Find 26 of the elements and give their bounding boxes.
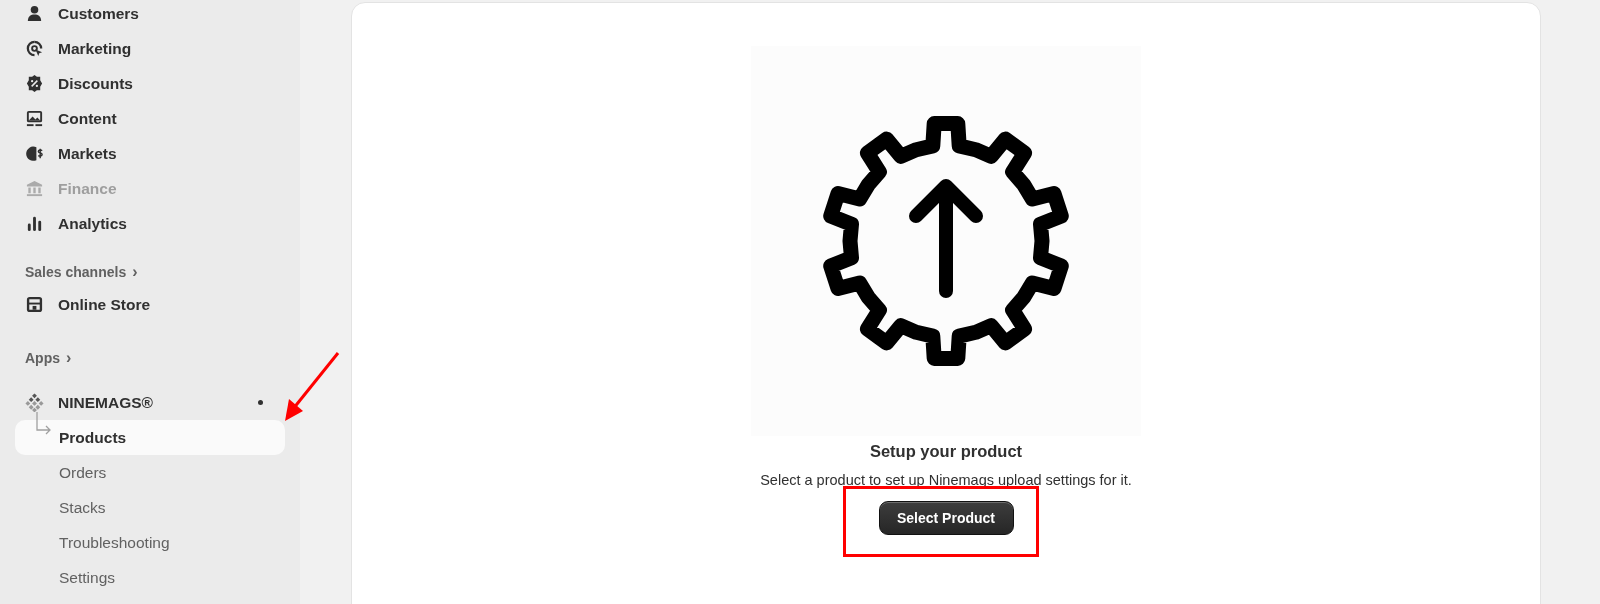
sidebar-item[interactable]: Online Store [15,287,285,322]
store-icon [25,295,44,314]
app-subitem[interactable]: Orders [15,455,285,490]
sidebar-item[interactable]: Marketing [15,31,285,66]
image-icon [25,109,44,128]
target-icon [25,39,44,58]
app-subitem[interactable]: Products [15,420,285,455]
app-subitem[interactable]: Settings [15,560,285,595]
discount-badge-icon [25,74,44,93]
sidebar-item[interactable]: Customers [15,0,285,31]
sidebar-item[interactable]: Discounts [15,66,285,101]
diamond-grid-icon [25,393,44,412]
bar-chart-icon [25,214,44,233]
empty-state-title: Setup your product [869,441,1023,462]
bank-icon [25,179,44,198]
select-product-button[interactable]: Select Product [878,501,1014,535]
app-subitem[interactable]: Stacks [15,490,285,525]
sidebar-item[interactable]: Analytics [15,206,285,241]
app-subitem[interactable]: Troubleshooting [15,525,285,560]
app-item[interactable]: NINEMAGS® [15,385,285,420]
apps-header[interactable]: Apps › [15,343,285,373]
sidebar-item[interactable]: Content [15,101,285,136]
person-icon [25,4,44,23]
sales-channels-header[interactable]: Sales channels › [15,257,285,287]
sidebar-item[interactable]: Markets [15,136,285,171]
globe-dollar-icon [25,144,44,163]
